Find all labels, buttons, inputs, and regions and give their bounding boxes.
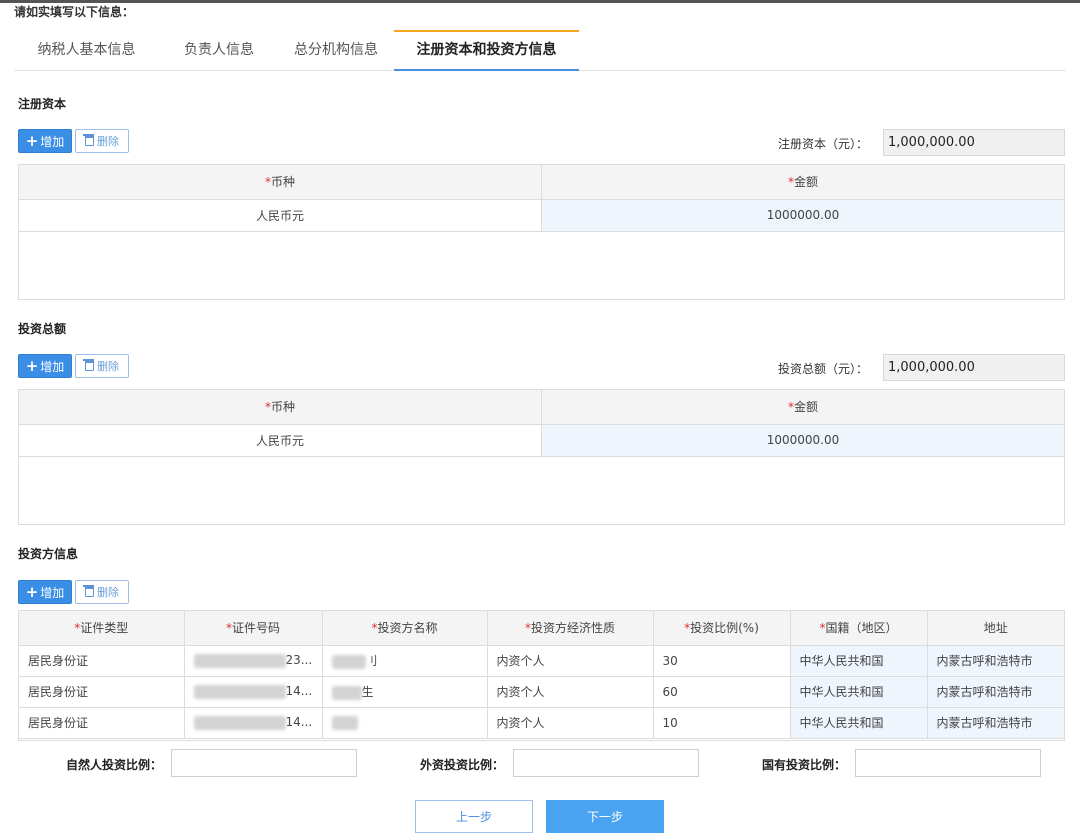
investment-total-delete-button[interactable]: 删除 [75, 354, 129, 378]
investors-delete-button[interactable]: 删除 [75, 580, 129, 604]
investment-total-grid: *币种 *金额 人民币元 1000000.00 [18, 389, 1065, 525]
investment-total-title: 投资总额 [18, 322, 67, 336]
address-cell[interactable]: 内蒙古呼和浩特市 [927, 676, 1064, 708]
currency-cell[interactable]: 人民币元 [19, 199, 542, 232]
id-type-cell[interactable]: 居民身份证 [19, 707, 185, 739]
foreign-ratio-input[interactable] [513, 749, 699, 777]
tab-taxpayer-info[interactable]: 纳税人基本信息 [24, 30, 149, 71]
registered-capital-total-field: 1,000,000.00 [883, 129, 1065, 156]
state-owned-ratio-input[interactable] [855, 749, 1041, 777]
id-number-cell[interactable]: 14... [184, 676, 323, 708]
column-header-economic-nature: *投资方经济性质 [487, 611, 654, 646]
id-type-cell[interactable]: 居民身份证 [19, 676, 185, 708]
foreign-ratio-label: 外资投资比例： [420, 758, 505, 772]
investor-name-cell[interactable] [322, 707, 488, 739]
investors-title: 投资方信息 [18, 547, 79, 561]
registered-capital-delete-button[interactable]: 删除 [75, 129, 129, 153]
trash-icon [83, 134, 94, 146]
address-cell[interactable]: 内蒙古呼和浩特市 [927, 707, 1064, 739]
redacted-blur [193, 684, 286, 699]
ratio-cell[interactable]: 30 [653, 645, 791, 677]
column-header-amount: *金额 [541, 390, 1064, 425]
ratio-cell[interactable]: 10 [653, 707, 791, 739]
table-row[interactable]: 人民币元 1000000.00 [19, 424, 1064, 457]
column-header-currency: *币种 [19, 165, 542, 200]
tab-bar: 纳税人基本信息 负责人信息 总分机构信息 注册资本和投资方信息 [14, 30, 1066, 71]
table-row[interactable]: 居民身份证 14... 内资个人 10 中华人民共和国 内蒙古呼和浩特市 [19, 707, 1064, 739]
registered-capital-add-button[interactable]: + 增加 [18, 129, 72, 153]
registered-capital-grid: *币种 *金额 人民币元 1000000.00 [18, 164, 1065, 300]
economic-nature-cell[interactable]: 内资个人 [487, 645, 654, 677]
column-header-id-type: *证件类型 [19, 611, 185, 646]
nationality-cell[interactable]: 中华人民共和国 [790, 645, 928, 677]
top-strip [0, 0, 1080, 3]
investment-total-field: 1,000,000.00 [883, 354, 1065, 381]
redacted-blur [193, 715, 286, 730]
trash-icon [83, 359, 94, 371]
investor-name-cell[interactable]: 生 [322, 676, 488, 708]
address-cell[interactable]: 内蒙古呼和浩特市 [927, 645, 1064, 677]
redacted-blur [331, 715, 358, 730]
next-step-button[interactable]: 下一步 [546, 800, 664, 833]
id-number-cell[interactable]: 23... [184, 645, 323, 677]
table-row[interactable]: 居民身份证 14... 生 内资个人 60 中华人民共和国 内蒙古呼和浩特市 [19, 676, 1064, 708]
plus-icon: + [25, 582, 39, 601]
column-header-investor-name: *投资方名称 [322, 611, 488, 646]
redacted-blur [193, 653, 286, 668]
nationality-cell[interactable]: 中华人民共和国 [790, 707, 928, 739]
registered-capital-total-label: 注册资本（元）： [778, 137, 869, 151]
amount-cell[interactable]: 1000000.00 [541, 424, 1064, 457]
column-header-currency: *币种 [19, 390, 542, 425]
trash-icon [83, 585, 94, 597]
investors-add-button[interactable]: + 增加 [18, 580, 72, 604]
plus-icon: + [25, 131, 39, 150]
column-header-address: 地址 [927, 611, 1064, 646]
natural-person-ratio-input[interactable] [171, 749, 357, 777]
natural-person-ratio-label: 自然人投资比例： [66, 758, 163, 772]
currency-cell[interactable]: 人民币元 [19, 424, 542, 457]
redacted-blur [331, 654, 366, 669]
state-owned-ratio-label: 国有投资比例： [762, 758, 847, 772]
tab-branch-info[interactable]: 总分机构信息 [276, 30, 396, 71]
column-header-id-number: *证件号码 [184, 611, 323, 646]
plus-icon: + [25, 356, 39, 375]
table-row[interactable]: 居民身份证 23... 刂 内资个人 30 中华人民共和国 内蒙古呼和浩特市 [19, 645, 1064, 677]
tab-principal-info[interactable]: 负责人信息 [164, 30, 274, 71]
redacted-blur [331, 685, 362, 700]
investors-grid: *证件类型 *证件号码 *投资方名称 *投资方经济性质 *投资比例(%) *国籍… [18, 610, 1065, 741]
id-number-cell[interactable]: 14... [184, 707, 323, 739]
investment-total-label: 投资总额（元）： [778, 362, 869, 376]
id-type-cell[interactable]: 居民身份证 [19, 645, 185, 677]
column-header-ratio: *投资比例(%) [653, 611, 791, 646]
previous-step-button[interactable]: 上一步 [415, 800, 533, 833]
investment-total-add-button[interactable]: + 增加 [18, 354, 72, 378]
investor-name-cell[interactable]: 刂 [322, 645, 488, 677]
ratio-cell[interactable]: 60 [653, 676, 791, 708]
nationality-cell[interactable]: 中华人民共和国 [790, 676, 928, 708]
table-row[interactable]: 人民币元 1000000.00 [19, 199, 1064, 232]
economic-nature-cell[interactable]: 内资个人 [487, 676, 654, 708]
column-header-nationality: *国籍（地区） [790, 611, 928, 646]
column-header-amount: *金额 [541, 165, 1064, 200]
page-notice: 请如实填写以下信息： [14, 5, 135, 19]
amount-cell[interactable]: 1000000.00 [541, 199, 1064, 232]
tab-capital-investor-info[interactable]: 注册资本和投资方信息 [394, 30, 579, 71]
registered-capital-title: 注册资本 [18, 97, 67, 111]
economic-nature-cell[interactable]: 内资个人 [487, 707, 654, 739]
